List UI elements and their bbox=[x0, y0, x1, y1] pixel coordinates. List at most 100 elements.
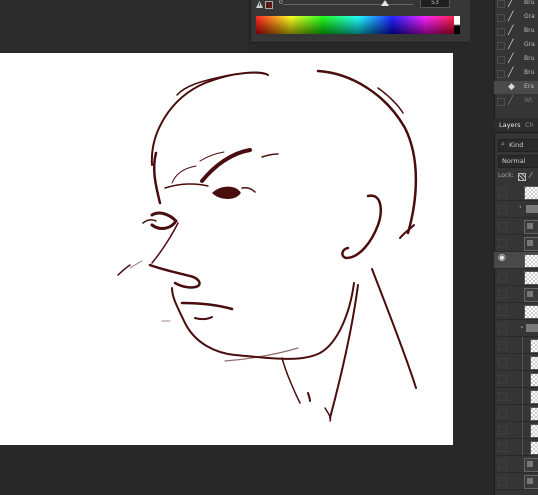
color-spectrum[interactable] bbox=[256, 16, 460, 34]
layer-row[interactable] bbox=[494, 184, 538, 201]
layer-row[interactable] bbox=[494, 439, 538, 456]
brush-preset-label: Bru bbox=[524, 0, 535, 6]
brush-checkbox[interactable] bbox=[497, 42, 505, 50]
brush-icon: ╱ bbox=[508, 12, 514, 22]
eye-icon[interactable]: ◉ bbox=[498, 254, 506, 263]
brush-checkbox[interactable] bbox=[497, 56, 505, 64]
lock-transparent-pixels-icon[interactable] bbox=[518, 173, 526, 181]
layer-row[interactable] bbox=[494, 354, 538, 371]
color-slider-track[interactable] bbox=[283, 4, 413, 5]
layer-row[interactable]: › bbox=[494, 201, 538, 218]
sketch-face-line bbox=[164, 183, 209, 189]
layer-row[interactable] bbox=[494, 388, 538, 405]
layer-row[interactable]: ◉ bbox=[494, 252, 538, 269]
brush-preset-row[interactable]: ╱ Bru bbox=[494, 0, 538, 10]
canvas[interactable] bbox=[0, 53, 453, 445]
layer-thumbnail bbox=[524, 237, 538, 251]
lock-row: Lock: ⁄ bbox=[498, 171, 538, 182]
visibility-toggle[interactable] bbox=[498, 477, 507, 486]
sketch-neck bbox=[324, 407, 332, 422]
group-indent-line bbox=[522, 388, 523, 404]
layer-row[interactable] bbox=[494, 337, 538, 354]
blend-mode-select[interactable]: Normal bbox=[498, 155, 538, 168]
layer-row[interactable] bbox=[494, 269, 538, 286]
head-sketch bbox=[117, 69, 418, 422]
brush-checkbox[interactable] bbox=[497, 70, 505, 78]
brush-preset-row[interactable]: ╱ Bru bbox=[494, 53, 538, 66]
tab-layers[interactable]: Layers bbox=[499, 121, 521, 129]
lock-image-pixels-icon[interactable]: ⁄ bbox=[530, 171, 531, 180]
visibility-toggle[interactable] bbox=[498, 239, 507, 248]
visibility-toggle[interactable] bbox=[498, 443, 507, 452]
brush-preset-label: Wt bbox=[524, 97, 533, 104]
brush-preset-row[interactable]: ╱ Gra bbox=[494, 39, 538, 52]
visibility-toggle[interactable] bbox=[498, 460, 507, 469]
group-indent-line bbox=[522, 422, 523, 438]
layer-thumbnail bbox=[530, 407, 538, 421]
layer-row[interactable] bbox=[494, 422, 538, 439]
brush-checkbox[interactable] bbox=[497, 28, 505, 36]
brush-preset-row[interactable]: ╱ Bru bbox=[494, 25, 538, 38]
brush-preset-row[interactable]: ╱ Wt bbox=[494, 95, 538, 108]
visibility-toggle[interactable] bbox=[498, 426, 507, 435]
sketch-mouth bbox=[194, 316, 213, 321]
visibility-toggle[interactable] bbox=[498, 205, 507, 214]
black-white-ramp[interactable] bbox=[454, 16, 460, 34]
sketch-ear bbox=[341, 194, 382, 260]
lock-label: Lock: bbox=[498, 172, 514, 179]
brush-preset-label: Bru bbox=[524, 27, 535, 34]
visibility-toggle[interactable] bbox=[498, 409, 507, 418]
gamut-warning-icon[interactable] bbox=[256, 1, 263, 8]
brush-preset-row[interactable]: ╱ Gra bbox=[494, 11, 538, 24]
layer-row[interactable] bbox=[494, 218, 538, 235]
group-indent-line bbox=[522, 439, 523, 455]
brush-preset-label: Era bbox=[524, 83, 534, 90]
layer-thumbnail bbox=[530, 356, 538, 370]
layer-thumbnail bbox=[530, 390, 538, 404]
visibility-toggle[interactable] bbox=[498, 273, 507, 282]
visibility-toggle[interactable] bbox=[498, 307, 507, 316]
sketch-nose bbox=[117, 264, 131, 276]
layer-row[interactable] bbox=[494, 473, 538, 490]
visibility-toggle[interactable] bbox=[498, 222, 507, 231]
layer-row[interactable] bbox=[494, 371, 538, 388]
sketch-brow bbox=[261, 153, 279, 158]
brush-checkbox[interactable] bbox=[497, 14, 505, 22]
layer-kind-filter[interactable]: ⌕ Kind bbox=[498, 139, 538, 152]
tab-channels[interactable]: Ch bbox=[525, 121, 534, 129]
layer-row[interactable] bbox=[494, 286, 538, 303]
visibility-toggle[interactable] bbox=[498, 290, 507, 299]
visibility-toggle[interactable] bbox=[498, 392, 507, 401]
layer-row[interactable] bbox=[494, 235, 538, 252]
visibility-toggle[interactable] bbox=[498, 358, 507, 367]
brush-preset-row[interactable]: ╱ Bru bbox=[494, 67, 538, 80]
layer-row[interactable] bbox=[494, 405, 538, 422]
color-slider-handle[interactable] bbox=[381, 0, 389, 6]
brush-checkbox[interactable] bbox=[497, 98, 505, 106]
visibility-toggle[interactable] bbox=[498, 188, 507, 197]
brush-preset-label: Gra bbox=[524, 41, 535, 48]
brush-preset-row[interactable]: ◆ Era bbox=[494, 81, 538, 94]
folder-icon bbox=[526, 205, 538, 213]
brush-icon: ╱ bbox=[508, 68, 514, 78]
layer-row[interactable] bbox=[494, 456, 538, 473]
sketch-eye bbox=[212, 186, 241, 199]
layer-row[interactable] bbox=[494, 303, 538, 320]
chevron-icon[interactable]: › bbox=[519, 203, 522, 211]
brush-checkbox[interactable] bbox=[497, 84, 505, 92]
kind-filter-label: Kind bbox=[509, 141, 524, 149]
color-slider-value[interactable]: 53 bbox=[420, 0, 450, 8]
foreground-color-swatch[interactable] bbox=[265, 1, 273, 9]
sketch-nose bbox=[148, 263, 201, 289]
brush-preset-label: Gra bbox=[524, 13, 535, 20]
chevron-icon[interactable]: ⌄ bbox=[519, 322, 525, 330]
layer-row[interactable]: ⌄ bbox=[494, 320, 538, 337]
visibility-toggle[interactable] bbox=[498, 375, 507, 384]
brush-icon: ╱ bbox=[508, 26, 514, 36]
layer-thumbnail bbox=[524, 186, 538, 200]
brush-checkbox[interactable] bbox=[497, 0, 505, 8]
sketch-neck bbox=[371, 268, 417, 389]
visibility-toggle[interactable] bbox=[498, 341, 507, 350]
visibility-toggle[interactable] bbox=[498, 324, 507, 333]
eraser-icon: ◆ bbox=[508, 82, 515, 92]
